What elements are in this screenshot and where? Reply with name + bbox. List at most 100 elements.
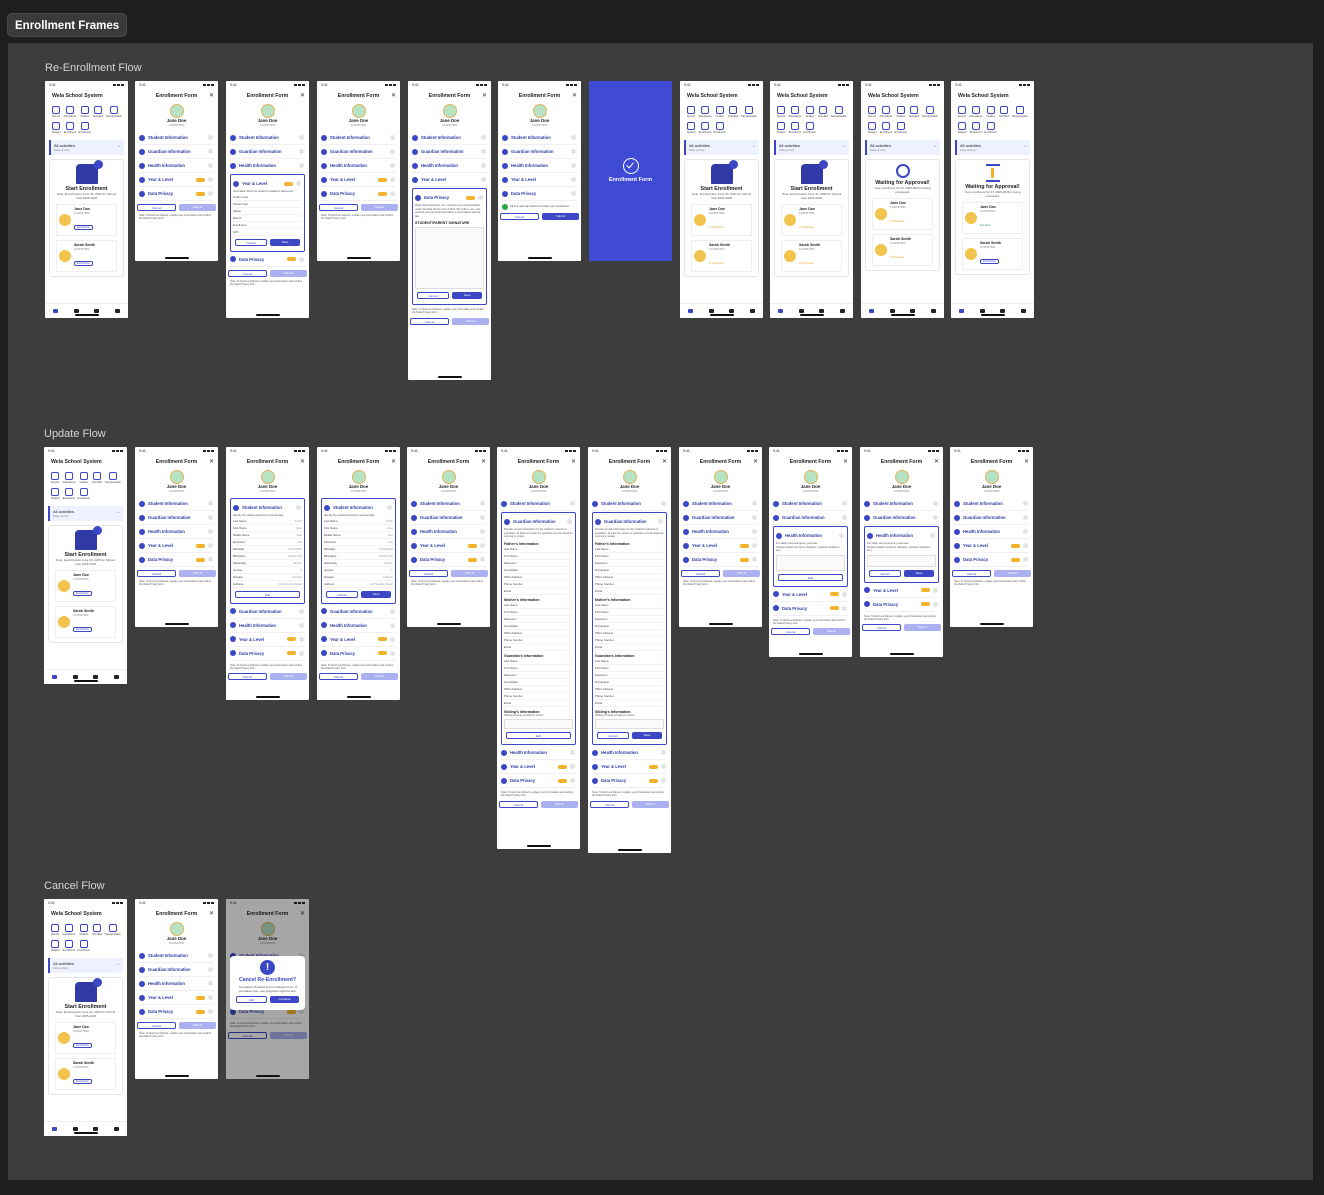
section-1[interactable]: Guardian Information [864,511,939,525]
submit-button[interactable]: Submit [904,624,941,632]
form-field[interactable]: Extension N/A [233,539,302,546]
section-2[interactable]: Health Information [321,159,396,173]
section-4[interactable]: Data Privacy [411,553,486,567]
form-field[interactable]: Office Address [504,574,573,581]
cancel-button[interactable]: Cancel [228,269,267,277]
close-icon[interactable]: ✕ [209,910,214,917]
mail-tab-icon[interactable] [73,309,79,313]
form-field[interactable]: Extension [595,672,664,679]
feature-tile[interactable]: Attendance [62,472,76,484]
activities-card[interactable]: All activities Daily activity → [865,140,940,155]
cancel-button[interactable]: Cancel [137,570,176,577]
form-field[interactable]: Last Name [595,658,664,665]
feature-tile[interactable]: Transportation [104,924,121,936]
section-2[interactable]: Health Information [230,619,305,633]
mobile-frame[interactable]: 9:41Enrollment Form✕Jane Doe1234567890St… [135,899,218,1079]
mobile-frame[interactable]: 9:41Enrollment Form✕Jane Doe1234567890St… [769,447,852,657]
form-field[interactable]: Gender F [233,567,302,574]
form-field[interactable]: Occupation [595,679,664,686]
mobile-frame[interactable]: 9:41Enrollment Form✕Jane Doe1234567890St… [317,81,400,261]
submit-button[interactable]: Submit [452,317,489,325]
section-4[interactable]: Data Privacy [415,191,484,204]
section-0[interactable]: Student Information [411,497,486,511]
form-field[interactable]: Email [595,644,664,651]
form-field[interactable]: First Name [595,553,664,560]
profile-tab-icon[interactable] [931,309,937,313]
enroll-now-button[interactable]: Enroll Now [73,591,92,596]
section-2[interactable]: Health Information [412,159,487,173]
feature-tile[interactable]: Attendance [879,106,893,118]
feature-tile[interactable]: Enrollment [62,488,75,500]
mobile-frame[interactable]: 9:41Enrollment Form✕Jane Doe1234567890St… [135,447,218,627]
section-3[interactable]: Year & Level [139,991,214,1005]
feature-tile[interactable]: Enrolled [92,924,102,936]
section-2[interactable]: Health Information [683,525,758,539]
flow-label-update[interactable]: Update Flow [44,428,106,440]
feature-tile[interactable]: Enrollment [698,122,711,134]
mobile-frame[interactable]: 9:41 Wela School System Events Attendance Gr… [44,447,127,684]
form-field[interactable]: Occupation [595,567,664,574]
section-1[interactable]: Guardian Information [321,145,396,159]
student-row[interactable]: Jane Doe 1234567890 Enroll Now [55,570,116,602]
mobile-frame[interactable]: 9:41 Wela School System Events Attendance Gr… [45,81,128,318]
close-icon[interactable]: ✕ [753,458,758,465]
section-3[interactable]: Year & Level [412,173,487,187]
board-title-chip[interactable]: Enrollment Frames [7,13,128,37]
section-2[interactable]: Health Information [954,525,1029,539]
form-field[interactable]: Email [504,700,573,707]
submit-button[interactable]: Submit [270,269,307,277]
feature-tile[interactable]: Events [776,106,786,118]
cancel-button[interactable]: Cancel [137,204,176,211]
section-1[interactable]: Guardian Information [411,511,486,525]
cancel-button[interactable]: Cancel [862,624,901,632]
section-0[interactable]: Student Information [501,497,576,511]
submit-button[interactable]: Submit [361,673,398,681]
form-field[interactable]: Extension [595,560,664,567]
save-button[interactable]: Save [361,590,391,598]
mobile-frame[interactable]: 9:41 Wela School System Events Attendance Gr… [951,81,1034,318]
section-1[interactable]: Guardian Information [595,515,664,528]
cancel-button[interactable]: Cancel [499,800,538,808]
cancel-button[interactable]: Cancel [597,732,629,739]
student-row[interactable]: Sarah Smith 1234567852 Enroll Now [55,606,116,638]
section-3[interactable]: Year & Level [230,633,305,647]
close-icon[interactable]: ✕ [572,92,577,99]
mobile-frame[interactable]: 9:41Enrollment Form✕Jane Doe1234567890St… [226,447,309,700]
submit-button[interactable]: Submit [179,204,216,211]
feature-tile[interactable]: Attendance [788,106,802,118]
mobile-frame[interactable]: Enrollment Form [589,81,672,261]
section-1[interactable]: Guardian Information [502,145,577,159]
form-field[interactable]: Phone Number [595,581,664,588]
form-field[interactable]: Email [595,588,664,595]
section-2[interactable]: Health Information [139,159,214,173]
enroll-now-button[interactable]: Enroll Now [73,627,92,632]
mobile-frame[interactable]: 9:41Enrollment Form✕Jane Doe1234567890St… [226,899,309,1079]
student-row[interactable]: Jane Doe 1234567890 In Progress [691,204,752,236]
edit-button[interactable]: Edit [236,996,267,1003]
section-1[interactable]: Guardian Information [412,145,487,159]
flow-label-cancel[interactable]: Cancel Flow [44,880,105,892]
form-field[interactable]: Birthdate 01/01/2010 [233,546,302,553]
section-0[interactable]: Student Information [773,497,848,511]
chat-tab-icon[interactable] [94,309,100,313]
form-field[interactable]: Email [504,588,573,595]
student-row[interactable]: Sarah Smith 1234567852 In Progress [872,234,933,266]
chat-tab-icon[interactable] [819,309,825,313]
close-icon[interactable]: ✕ [209,92,214,99]
section-4[interactable]: Data Privacy [954,553,1029,567]
form-field[interactable]: Office Address [595,686,664,693]
health-input[interactable] [776,554,845,571]
feature-tile[interactable]: Subject [50,940,60,952]
activities-card[interactable]: All activities Daily activity → [48,506,123,521]
student-row[interactable]: Sarah Smith 1234567852 Enroll Now [55,1058,116,1090]
section-1[interactable]: Guardian Information [139,963,214,977]
form-field[interactable]: Office Address [504,686,573,693]
feature-tile[interactable]: Enrollment [879,122,892,134]
continue-button[interactable]: Continue [270,996,299,1003]
feature-tile[interactable]: Enrolled [92,472,102,484]
form-field[interactable]: First Name [504,609,573,616]
home-tab-icon[interactable] [51,1127,57,1131]
section-3[interactable]: Year & Level [954,539,1029,553]
profile-tab-icon[interactable] [1021,309,1027,313]
submit-button[interactable]: Submit [270,673,307,681]
